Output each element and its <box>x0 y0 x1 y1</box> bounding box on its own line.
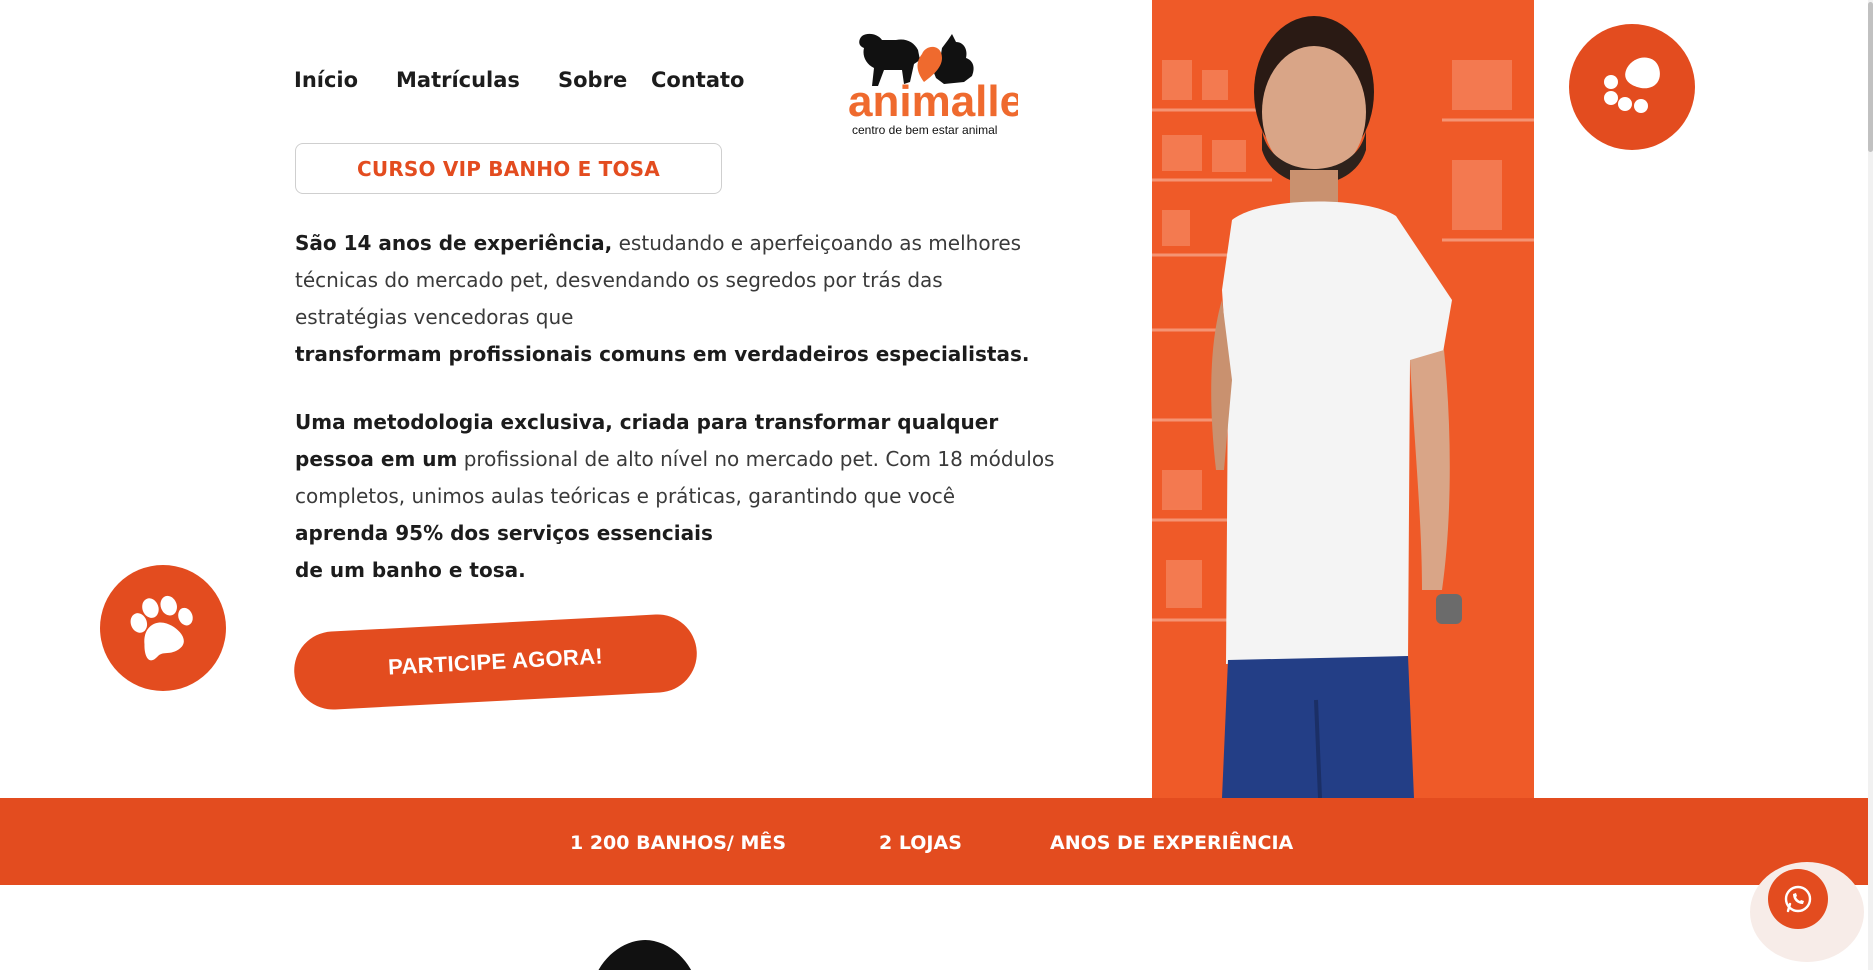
whatsapp-button[interactable] <box>1768 869 1828 929</box>
nav-item-contato[interactable]: Contato <box>651 68 744 92</box>
instructor-photo <box>1152 0 1534 798</box>
svg-text:animalle: animalle <box>848 77 1018 126</box>
intro-p1-bold-b: transformam profissionais comuns em verd… <box>295 342 1030 366</box>
intro-p2-bold-b: aprenda 95% dos serviços essenciais <box>295 521 713 545</box>
instructor-illustration <box>1152 16 1534 798</box>
whatsapp-icon <box>1784 885 1812 913</box>
intro-p1-bold-a: São 14 anos de experiência, <box>295 231 613 255</box>
nav-item-matriculas[interactable]: Matrículas <box>396 68 520 92</box>
paw-icon <box>130 595 193 661</box>
stat-years-experience: ANOS DE EXPERIÊNCIA <box>1050 832 1294 854</box>
nav-item-inicio[interactable]: Início <box>294 68 358 92</box>
participate-now-button[interactable]: PARTICIPE AGORA! <box>292 612 699 712</box>
next-section-photo-peek <box>598 940 692 970</box>
intro-paragraph-2: Uma metodologia exclusiva, criada para t… <box>295 404 1055 589</box>
course-badge: CURSO VIP BANHO E TOSA <box>295 143 722 194</box>
intro-p2-bold-c: de um banho e tosa. <box>295 558 526 582</box>
nav-item-sobre[interactable]: Sobre <box>558 68 627 92</box>
paw-badge-left <box>100 565 226 691</box>
scrollbar-thumb[interactable] <box>1868 2 1873 152</box>
stat-stores: 2 LOJAS <box>879 832 962 854</box>
intro-paragraph-1: São 14 anos de experiência, estudando e … <box>295 225 1055 373</box>
stats-bar: 1 200 BANHOS/ MÊS 2 LOJAS ANOS DE EXPERI… <box>0 798 1868 885</box>
animalle-logo[interactable]: animalle centro de bem estar animal <box>848 30 1024 138</box>
logo-graphic: animalle centro de bem estar animal <box>848 33 1024 137</box>
paw-badge-right <box>1569 24 1695 150</box>
svg-text:centro de bem estar animal: centro de bem estar animal <box>852 123 997 137</box>
paw-icon <box>1604 57 1660 113</box>
stat-baths-per-month: 1 200 BANHOS/ MÊS <box>570 832 787 854</box>
